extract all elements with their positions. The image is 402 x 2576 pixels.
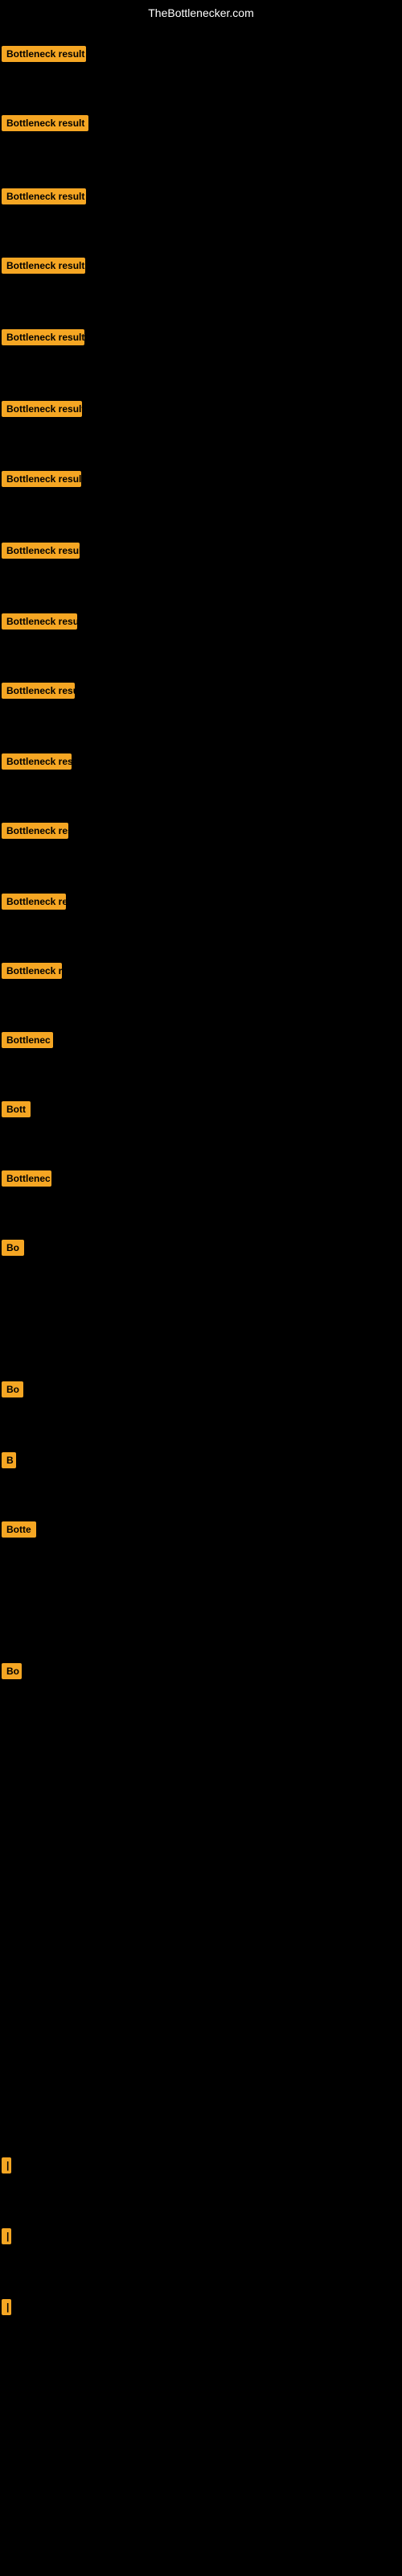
- bottleneck-badge-row: Bottleneck result: [2, 543, 80, 563]
- bottleneck-badge-row: Bottleneck result: [2, 115, 88, 135]
- bottleneck-badge: Bottleneck result: [2, 401, 82, 417]
- bottleneck-badge-row: Bottleneck result: [2, 188, 86, 208]
- bottleneck-badge-row: Bottleneck result: [2, 471, 81, 491]
- bottleneck-badge: |: [2, 2157, 11, 2174]
- bottleneck-badge: Bottleneck result: [2, 258, 85, 274]
- bottleneck-badge-row: Botte: [2, 1521, 36, 1542]
- bottleneck-badge-row: Bottleneck re: [2, 963, 62, 983]
- bottleneck-badge-row: Bottleneck result: [2, 258, 85, 278]
- bottleneck-badge-row: |: [2, 2299, 11, 2319]
- bottleneck-badge: Bottleneck result: [2, 115, 88, 131]
- bottleneck-badge: Bottleneck result: [2, 543, 80, 559]
- bottleneck-badge: Bo: [2, 1240, 24, 1256]
- bottleneck-badge-row: Bottleneck result: [2, 401, 82, 421]
- bottleneck-badge: Bottlenec: [2, 1170, 51, 1187]
- bottleneck-badge: Bottleneck res: [2, 753, 72, 770]
- bottleneck-badge: B: [2, 1452, 16, 1468]
- bottleneck-badge: Bott: [2, 1101, 31, 1117]
- bottleneck-badge-row: Bottleneck res: [2, 753, 72, 774]
- bottleneck-badge: Bottleneck resu: [2, 683, 75, 699]
- bottleneck-badge: Bottleneck res: [2, 894, 66, 910]
- bottleneck-badge: Bottleneck resu: [2, 613, 77, 630]
- bottleneck-badge-row: |: [2, 2157, 11, 2178]
- bottleneck-badge-row: Bottleneck result: [2, 46, 86, 66]
- bottleneck-badge-row: Bo: [2, 1240, 24, 1260]
- bottleneck-badge: Bottleneck result: [2, 46, 86, 62]
- bottleneck-badge: Botte: [2, 1521, 36, 1538]
- bottleneck-badge-row: Bottlenec: [2, 1032, 53, 1052]
- bottleneck-badge-row: B: [2, 1452, 16, 1472]
- bottleneck-badge-row: Bott: [2, 1101, 31, 1121]
- bottleneck-badge: |: [2, 2299, 11, 2315]
- bottleneck-badge: Bottleneck result: [2, 188, 86, 204]
- bottleneck-badge-row: Bo: [2, 1663, 22, 1683]
- bottleneck-badge-row: Bottleneck resu: [2, 683, 75, 703]
- bottleneck-badge-row: |: [2, 2228, 11, 2248]
- bottleneck-badge: Bottleneck result: [2, 329, 84, 345]
- bottleneck-badge: Bottlenec: [2, 1032, 53, 1048]
- bottleneck-badge-row: Bottleneck res: [2, 894, 66, 914]
- bottleneck-badge: Bottleneck result: [2, 471, 81, 487]
- bottleneck-badge-row: Bottleneck resu: [2, 613, 77, 634]
- bottleneck-badge: Bo: [2, 1663, 22, 1679]
- bottleneck-badge-row: Bottleneck res: [2, 823, 68, 843]
- bottleneck-badge-row: Bottlenec: [2, 1170, 51, 1191]
- bottleneck-badge-row: Bo: [2, 1381, 23, 1402]
- bottleneck-badge: Bottleneck res: [2, 823, 68, 839]
- bottleneck-badge-row: Bottleneck result: [2, 329, 84, 349]
- bottleneck-badge: Bo: [2, 1381, 23, 1397]
- bottleneck-badge: Bottleneck re: [2, 963, 62, 979]
- site-title: TheBottlenecker.com: [0, 0, 402, 23]
- bottleneck-badge: |: [2, 2228, 11, 2244]
